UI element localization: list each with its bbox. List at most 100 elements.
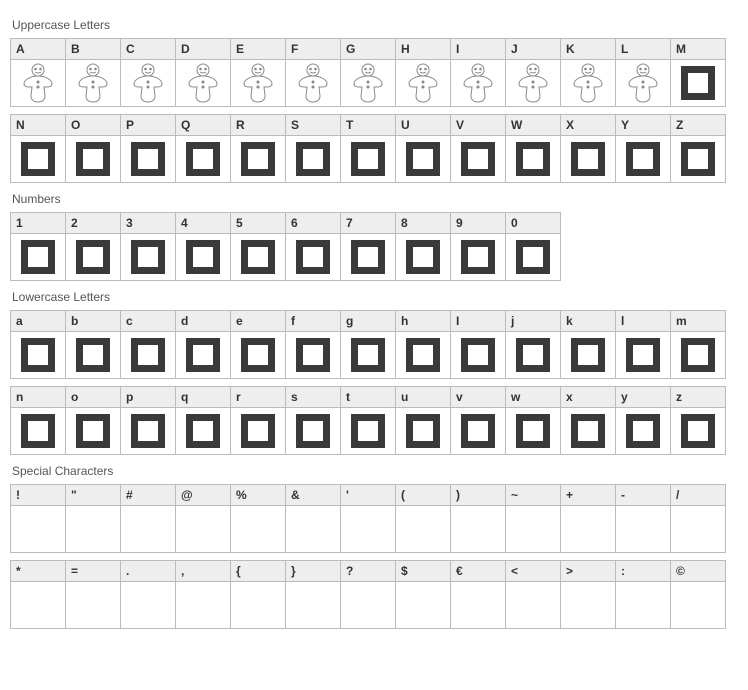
character-cell[interactable]: v xyxy=(450,386,506,455)
character-cell[interactable]: 4 xyxy=(175,212,231,281)
character-cell[interactable]: U xyxy=(395,114,451,183)
character-cell[interactable]: S xyxy=(285,114,341,183)
blank-glyph xyxy=(516,588,550,622)
character-label: j xyxy=(506,311,560,332)
character-cell[interactable]: y xyxy=(615,386,671,455)
character-cell[interactable]: m xyxy=(670,310,726,379)
character-cell[interactable]: O xyxy=(65,114,121,183)
character-cell[interactable]: P xyxy=(120,114,176,183)
character-cell[interactable]: Y xyxy=(615,114,671,183)
character-cell[interactable]: x xyxy=(560,386,616,455)
character-cell[interactable]: / xyxy=(670,484,726,553)
character-cell[interactable]: N xyxy=(10,114,66,183)
character-cell[interactable]: V xyxy=(450,114,506,183)
character-cell[interactable]: n xyxy=(10,386,66,455)
character-cell[interactable]: e xyxy=(230,310,286,379)
character-cell[interactable]: K xyxy=(560,38,616,107)
character-cell[interactable]: k xyxy=(560,310,616,379)
character-cell[interactable]: ? xyxy=(340,560,396,629)
character-cell[interactable]: F xyxy=(285,38,341,107)
character-cell[interactable]: J xyxy=(505,38,561,107)
character-cell[interactable]: 1 xyxy=(10,212,66,281)
character-cell[interactable]: q xyxy=(175,386,231,455)
character-cell[interactable]: > xyxy=(560,560,616,629)
character-cell[interactable]: p xyxy=(120,386,176,455)
character-cell[interactable]: L xyxy=(615,38,671,107)
character-cell[interactable]: # xyxy=(120,484,176,553)
character-cell[interactable]: % xyxy=(230,484,286,553)
character-glyph xyxy=(11,136,65,182)
character-cell[interactable]: t xyxy=(340,386,396,455)
character-cell[interactable]: 3 xyxy=(120,212,176,281)
character-label: 8 xyxy=(396,213,450,234)
character-cell[interactable]: & xyxy=(285,484,341,553)
character-cell[interactable]: * xyxy=(10,560,66,629)
character-cell[interactable]: z xyxy=(670,386,726,455)
character-cell[interactable]: , xyxy=(175,560,231,629)
character-cell[interactable]: @ xyxy=(175,484,231,553)
character-cell[interactable]: © xyxy=(670,560,726,629)
character-cell[interactable]: } xyxy=(285,560,341,629)
blank-glyph xyxy=(241,588,275,622)
character-grid: !"#@%&'()~+-/ *=.,{}?$€<>:© xyxy=(10,484,738,628)
character-cell[interactable]: 9 xyxy=(450,212,506,281)
character-cell[interactable]: Z xyxy=(670,114,726,183)
character-cell[interactable]: 0 xyxy=(505,212,561,281)
character-cell[interactable]: $ xyxy=(395,560,451,629)
character-cell[interactable]: E xyxy=(230,38,286,107)
character-cell[interactable]: = xyxy=(65,560,121,629)
missing-glyph-icon xyxy=(681,66,715,100)
character-cell[interactable]: u xyxy=(395,386,451,455)
character-cell[interactable]: d xyxy=(175,310,231,379)
character-cell[interactable]: B xyxy=(65,38,121,107)
missing-glyph-icon xyxy=(351,240,385,274)
character-cell[interactable]: b xyxy=(65,310,121,379)
character-cell[interactable]: : xyxy=(615,560,671,629)
character-cell[interactable]: s xyxy=(285,386,341,455)
character-cell[interactable]: { xyxy=(230,560,286,629)
character-cell[interactable]: 8 xyxy=(395,212,451,281)
character-cell[interactable]: f xyxy=(285,310,341,379)
character-cell[interactable]: I xyxy=(450,310,506,379)
character-cell[interactable]: ' xyxy=(340,484,396,553)
character-cell[interactable]: Q xyxy=(175,114,231,183)
character-cell[interactable]: - xyxy=(615,484,671,553)
character-cell[interactable]: < xyxy=(505,560,561,629)
character-cell[interactable]: a xyxy=(10,310,66,379)
character-cell[interactable]: g xyxy=(340,310,396,379)
character-cell[interactable]: € xyxy=(450,560,506,629)
character-cell[interactable]: I xyxy=(450,38,506,107)
character-cell[interactable]: c xyxy=(120,310,176,379)
character-cell[interactable]: " xyxy=(65,484,121,553)
character-cell[interactable]: C xyxy=(120,38,176,107)
character-cell[interactable]: ( xyxy=(395,484,451,553)
character-cell[interactable]: R xyxy=(230,114,286,183)
character-cell[interactable]: X xyxy=(560,114,616,183)
character-cell[interactable]: ~ xyxy=(505,484,561,553)
character-cell[interactable]: 2 xyxy=(65,212,121,281)
character-cell[interactable]: r xyxy=(230,386,286,455)
character-label: r xyxy=(231,387,285,408)
character-cell[interactable]: ! xyxy=(10,484,66,553)
character-cell[interactable]: h xyxy=(395,310,451,379)
character-cell[interactable]: j xyxy=(505,310,561,379)
character-cell[interactable]: 5 xyxy=(230,212,286,281)
character-label: Y xyxy=(616,115,670,136)
character-cell[interactable]: w xyxy=(505,386,561,455)
character-cell[interactable]: 6 xyxy=(285,212,341,281)
character-cell[interactable]: o xyxy=(65,386,121,455)
character-cell[interactable]: A xyxy=(10,38,66,107)
character-cell[interactable]: . xyxy=(120,560,176,629)
character-cell[interactable]: 7 xyxy=(340,212,396,281)
character-cell[interactable]: + xyxy=(560,484,616,553)
blank-glyph xyxy=(351,512,385,546)
character-cell[interactable]: W xyxy=(505,114,561,183)
character-cell[interactable]: T xyxy=(340,114,396,183)
character-cell[interactable]: H xyxy=(395,38,451,107)
character-glyph xyxy=(231,234,285,280)
character-cell[interactable]: l xyxy=(615,310,671,379)
character-cell[interactable]: ) xyxy=(450,484,506,553)
character-cell[interactable]: M xyxy=(670,38,726,107)
character-cell[interactable]: D xyxy=(175,38,231,107)
character-cell[interactable]: G xyxy=(340,38,396,107)
